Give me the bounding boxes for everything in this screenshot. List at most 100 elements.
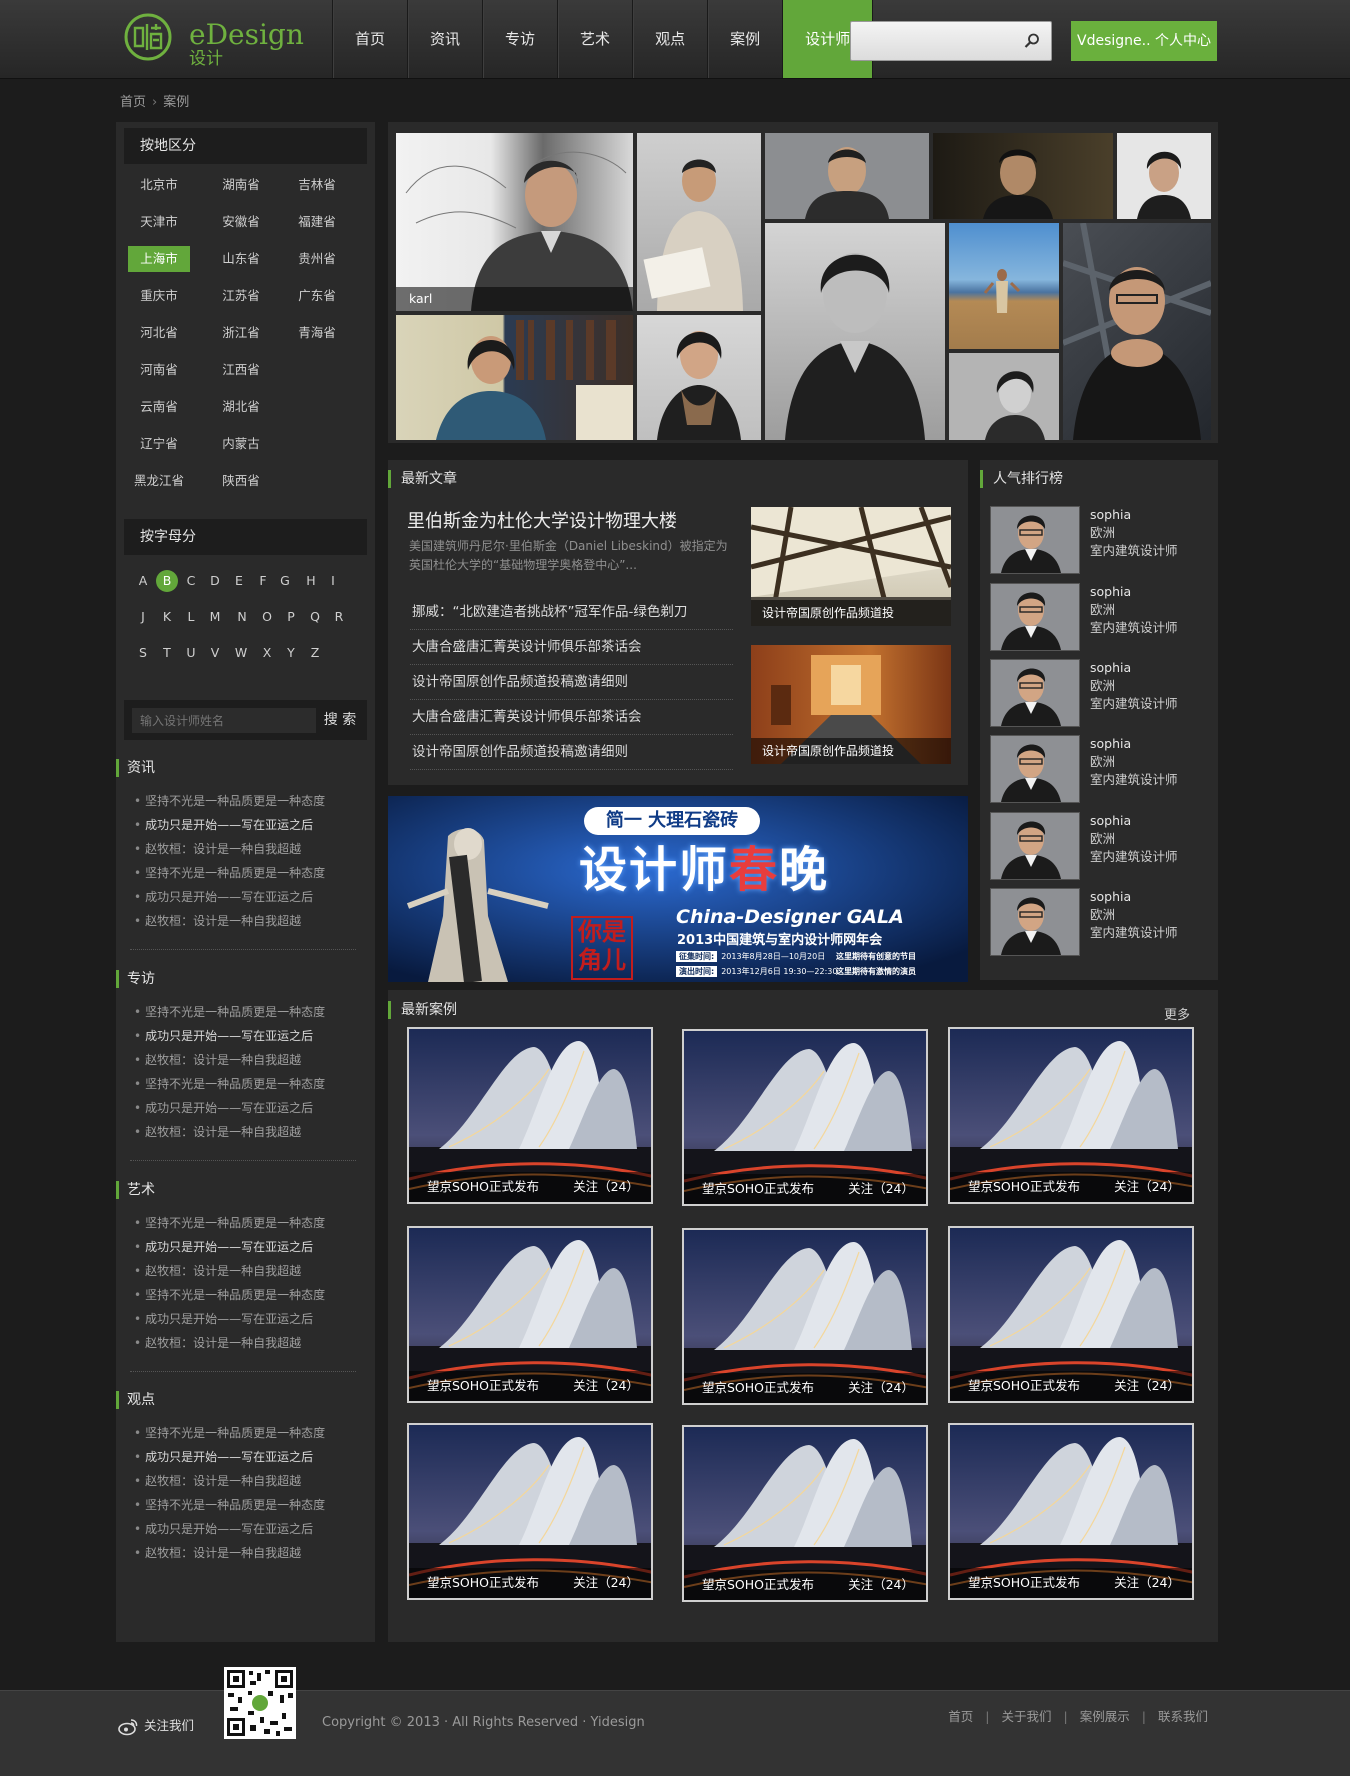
region-filter-item[interactable]: 天津市 — [128, 209, 190, 235]
hero-photo[interactable] — [637, 133, 761, 311]
letter-filter-item[interactable]: I — [322, 570, 344, 592]
case-title[interactable]: 望京SOHO正式发布 — [427, 1371, 539, 1401]
sidebar-category-title[interactable]: 专访 — [116, 970, 155, 988]
letter-filter-item[interactable]: Y — [280, 642, 302, 664]
ranking-item[interactable]: sophia 欧洲 室内建筑设计师 — [990, 812, 1210, 880]
designer-search-button[interactable]: 搜 索 — [318, 700, 362, 740]
case-title[interactable]: 望京SOHO正式发布 — [702, 1570, 814, 1600]
letter-filter-item[interactable]: T — [156, 642, 178, 664]
designer-avatar[interactable] — [990, 659, 1080, 727]
sidebar-category-title[interactable]: 观点 — [116, 1391, 155, 1409]
hero-photo[interactable] — [1063, 223, 1211, 440]
designer-avatar[interactable] — [990, 888, 1080, 956]
hero-photo-karl[interactable]: karl — [396, 133, 633, 311]
footer-link[interactable]: 关于我们 — [1002, 1709, 1052, 1724]
sidebar-category-item[interactable]: • 赵牧桓：设计是一种自我超越 — [134, 837, 364, 861]
case-card[interactable]: 望京SOHO正式发布 关注（24） — [948, 1027, 1194, 1204]
footer-link[interactable]: 联系我们 — [1158, 1709, 1208, 1724]
case-title[interactable]: 望京SOHO正式发布 — [702, 1373, 814, 1403]
ranking-item[interactable]: sophia 欧洲 室内建筑设计师 — [990, 659, 1210, 727]
designer-avatar[interactable] — [990, 506, 1080, 574]
designer-name[interactable]: sophia — [1090, 506, 1178, 524]
region-filter-item[interactable]: 河南省 — [128, 357, 190, 383]
sidebar-category-title[interactable]: 资讯 — [116, 759, 155, 777]
case-title[interactable]: 望京SOHO正式发布 — [427, 1568, 539, 1598]
region-filter-item[interactable]: 广东省 — [286, 283, 348, 309]
sidebar-category-item[interactable]: • 坚持不光是一种品质更是一种态度 — [134, 1421, 364, 1445]
case-title[interactable]: 望京SOHO正式发布 — [702, 1174, 814, 1204]
footer-link[interactable]: 首页 — [948, 1709, 973, 1724]
region-filter-item[interactable]: 青海省 — [286, 320, 348, 346]
sidebar-category-item[interactable]: • 坚持不光是一种品质更是一种态度 — [134, 1283, 364, 1307]
letter-filter-item[interactable]: H — [300, 570, 322, 592]
sidebar-category-item[interactable]: • 赵牧桓：设计是一种自我超越 — [134, 1259, 364, 1283]
case-follow-count[interactable]: 关注（24） — [848, 1373, 914, 1403]
case-card[interactable]: 望京SOHO正式发布 关注（24） — [682, 1029, 928, 1206]
case-card[interactable]: 望京SOHO正式发布 关注（24） — [948, 1226, 1194, 1403]
breadcrumb-home[interactable]: 首页 — [120, 95, 146, 110]
designer-avatar[interactable] — [990, 583, 1080, 651]
nav-item[interactable]: 资讯 — [408, 0, 484, 78]
case-card[interactable]: 望京SOHO正式发布 关注（24） — [682, 1425, 928, 1602]
sidebar-category-item[interactable]: • 坚持不光是一种品质更是一种态度 — [134, 1000, 364, 1024]
letter-filter-item[interactable]: S — [132, 642, 154, 664]
ranking-item[interactable]: sophia 欧洲 室内建筑设计师 — [990, 735, 1210, 803]
region-filter-item[interactable]: 浙江省 — [210, 320, 272, 346]
hero-photo[interactable] — [396, 315, 633, 440]
case-card[interactable]: 望京SOHO正式发布 关注（24） — [948, 1423, 1194, 1600]
region-filter-item[interactable]: 湖北省 — [210, 394, 272, 420]
region-filter-item[interactable]: 陕西省 — [210, 468, 272, 494]
case-card[interactable]: 望京SOHO正式发布 关注（24） — [407, 1226, 653, 1403]
letter-filter-item[interactable]: J — [132, 606, 154, 628]
region-filter-item[interactable]: 黑龙江省 — [128, 468, 190, 494]
region-filter-item[interactable]: 北京市 — [128, 172, 190, 198]
search-icon[interactable] — [1023, 32, 1041, 50]
hero-photo[interactable] — [1117, 133, 1211, 219]
letter-filter-item[interactable]: A — [132, 570, 154, 592]
hero-photo[interactable] — [933, 133, 1113, 219]
hero-photo[interactable] — [765, 223, 945, 440]
sidebar-category-item[interactable]: • 成功只是开始——写在亚运之后 — [134, 1517, 364, 1541]
follow-us-link[interactable]: 关注我们 — [118, 1715, 194, 1736]
letter-filter-item[interactable]: R — [328, 606, 350, 628]
letter-filter-item[interactable]: P — [280, 606, 302, 628]
sidebar-category-item[interactable]: • 赵牧桓：设计是一种自我超越 — [134, 1120, 364, 1144]
sidebar-category-title[interactable]: 艺术 — [116, 1181, 155, 1199]
sidebar-category-item[interactable]: • 赵牧桓：设计是一种自我超越 — [134, 1331, 364, 1355]
hero-photo[interactable] — [765, 133, 929, 219]
case-card[interactable]: 望京SOHO正式发布 关注（24） — [407, 1027, 653, 1204]
region-filter-item[interactable]: 上海市 — [128, 246, 190, 272]
breadcrumb-current[interactable]: 案例 — [163, 95, 189, 110]
region-filter-item[interactable]: 辽宁省 — [128, 431, 190, 457]
case-title[interactable]: 望京SOHO正式发布 — [968, 1371, 1080, 1401]
designer-name-input[interactable] — [132, 708, 316, 733]
case-title[interactable]: 望京SOHO正式发布 — [968, 1568, 1080, 1598]
designer-name[interactable]: sophia — [1090, 812, 1178, 830]
sidebar-category-item[interactable]: • 赵牧桓：设计是一种自我超越 — [134, 1541, 364, 1565]
region-filter-item[interactable]: 江西省 — [210, 357, 272, 383]
sidebar-category-item[interactable]: • 成功只是开始——写在亚运之后 — [134, 1024, 364, 1048]
cases-more-link[interactable]: 更多 — [1164, 1004, 1190, 1023]
nav-item[interactable]: 专访 — [483, 0, 559, 78]
designer-avatar[interactable] — [990, 735, 1080, 803]
sidebar-category-item[interactable]: • 坚持不光是一种品质更是一种态度 — [134, 861, 364, 885]
sidebar-category-item[interactable]: • 坚持不光是一种品质更是一种态度 — [134, 1211, 364, 1235]
user-center-button[interactable]: Vdesigne.. 个人中心 — [1071, 21, 1217, 61]
region-filter-item[interactable]: 吉林省 — [286, 172, 348, 198]
region-filter-item[interactable]: 江苏省 — [210, 283, 272, 309]
sidebar-category-item[interactable]: • 成功只是开始——写在亚运之后 — [134, 1096, 364, 1120]
case-follow-count[interactable]: 关注（24） — [573, 1172, 639, 1202]
letter-filter-item[interactable]: O — [256, 606, 278, 628]
sidebar-category-item[interactable]: • 成功只是开始——写在亚运之后 — [134, 813, 364, 837]
article-list-item[interactable]: 大唐合盛唐汇菁英设计师俱乐部茶话会 — [410, 630, 733, 665]
case-title[interactable]: 望京SOHO正式发布 — [427, 1172, 539, 1202]
letter-filter-item[interactable]: X — [256, 642, 278, 664]
letter-filter-item[interactable]: Z — [304, 642, 326, 664]
sidebar-category-item[interactable]: • 坚持不光是一种品质更是一种态度 — [134, 1072, 364, 1096]
letter-filter-item[interactable]: D — [204, 570, 226, 592]
hero-photo[interactable] — [949, 353, 1059, 440]
article-list-item[interactable]: 设计帝国原创作品频道投稿邀请细则 — [410, 735, 733, 770]
hero-photo[interactable] — [949, 223, 1059, 349]
footer-link[interactable]: 案例展示 — [1080, 1709, 1130, 1724]
hero-photo[interactable] — [637, 315, 761, 440]
